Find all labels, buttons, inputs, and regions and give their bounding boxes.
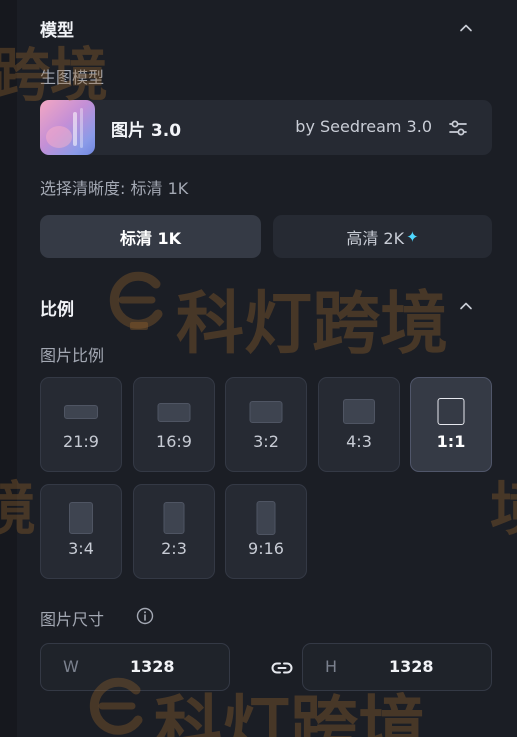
ratio-option-label: 4:3 [346, 432, 372, 451]
chevron-up-icon [460, 24, 472, 32]
ratio-option-label: 2:3 [161, 539, 187, 558]
ratio-1-1-icon [437, 398, 465, 425]
model-name: 图片 3.0 [111, 121, 182, 141]
model-section-title: 模型 [40, 21, 74, 41]
ratio-subtitle: 图片比例 [40, 346, 105, 365]
ratio-section-title: 比例 [40, 300, 74, 320]
resolution-1k-label: 标清 1K [119, 228, 182, 248]
model-provider: by Seedream 3.0 [295, 117, 432, 136]
sliders-icon[interactable] [446, 116, 470, 140]
ratio-option-label: 9:16 [248, 539, 284, 558]
chevron-up-icon [460, 302, 472, 310]
resolution-2k-button[interactable]: 高清 2K ✦ [273, 215, 492, 258]
sparkle-icon: ✦ [406, 227, 419, 246]
ratio-16-9-icon [157, 403, 191, 422]
left-strip [0, 0, 17, 737]
info-icon[interactable] [136, 607, 154, 625]
ratio-option-1-1[interactable]: 1:1 [410, 377, 492, 472]
settings-panel: 模型 生图模型 图片 3.0 by Seedream 3.0 选择清晰度: 标清… [17, 0, 517, 737]
model-subtitle: 生图模型 [40, 68, 105, 87]
ratio-2-3-icon [163, 502, 185, 534]
ratio-option-3-4[interactable]: 3:4 [40, 484, 122, 579]
resolution-1k-button[interactable]: 标清 1K [40, 215, 261, 258]
resolution-2k-label: 高清 2K [346, 228, 405, 248]
ratio-option-label: 16:9 [156, 432, 192, 451]
model-thumbnail [40, 100, 95, 155]
resolution-label: 选择清晰度: 标清 1K [40, 179, 189, 198]
ratio-option-2-3[interactable]: 2:3 [133, 484, 215, 579]
link-icon[interactable] [269, 655, 295, 681]
width-input[interactable]: W 1328 [40, 643, 230, 691]
ratio-option-label: 1:1 [436, 432, 466, 451]
ratio-3-4-icon [69, 502, 93, 534]
ratio-option-3-2[interactable]: 3:2 [225, 377, 307, 472]
model-section-collapse-button[interactable] [456, 18, 476, 38]
ratio-option-label: 3:2 [253, 432, 279, 451]
ratio-option-4-3[interactable]: 4:3 [318, 377, 400, 472]
ratio-option-16-9[interactable]: 16:9 [133, 377, 215, 472]
width-prefix: W [63, 657, 79, 676]
width-value: 1328 [130, 657, 175, 676]
ratio-option-9-16[interactable]: 9:16 [225, 484, 307, 579]
ratio-4-3-icon [343, 399, 375, 424]
height-value: 1328 [389, 657, 434, 676]
image-size-label: 图片尺寸 [40, 610, 105, 629]
ratio-option-label: 21:9 [63, 432, 99, 451]
ratio-option-21-9[interactable]: 21:9 [40, 377, 122, 472]
ratio-section-collapse-button[interactable] [456, 296, 476, 316]
ratio-9-16-icon [256, 501, 276, 535]
height-prefix: H [325, 657, 338, 676]
height-input[interactable]: H 1328 [302, 643, 492, 691]
ratio-3-2-icon [249, 401, 283, 423]
ratio-option-label: 3:4 [68, 539, 94, 558]
model-selector[interactable]: 图片 3.0 by Seedream 3.0 [40, 100, 492, 155]
ratio-21-9-icon [64, 405, 98, 419]
